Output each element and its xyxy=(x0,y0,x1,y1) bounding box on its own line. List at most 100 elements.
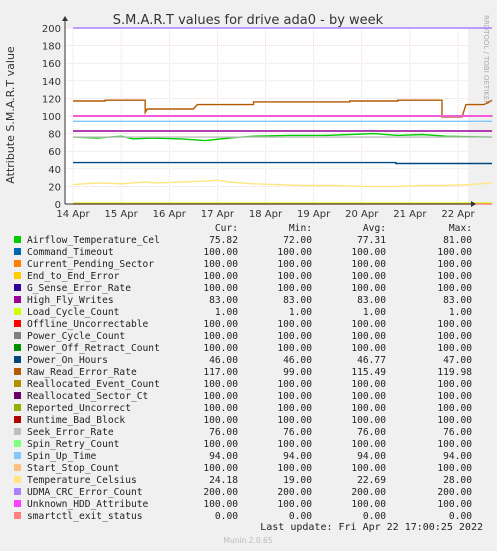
legend-value: 83.00 xyxy=(283,295,312,306)
x-tick-label: 20 Apr xyxy=(345,209,379,220)
legend-value: 115.49 xyxy=(351,367,386,378)
y-tick-label: 200 xyxy=(42,24,61,35)
legend-swatch xyxy=(14,512,21,519)
legend-value: 75.82 xyxy=(209,235,238,246)
legend-value: 100.00 xyxy=(203,247,238,258)
legend-swatch xyxy=(14,296,21,303)
legend-value: 200.00 xyxy=(437,487,472,498)
legend-header: Cur: xyxy=(215,223,238,234)
legend-value: 119.98 xyxy=(437,367,472,378)
legend-value: 19.00 xyxy=(283,475,312,486)
legend-value: 100.00 xyxy=(277,415,312,426)
legend-value: 100.00 xyxy=(437,391,472,402)
legend-header: Min: xyxy=(289,223,312,234)
y-axis-label: Attribute S.M.A.R.T value xyxy=(4,46,17,184)
legend-value: 100.00 xyxy=(351,259,386,270)
legend-name: Reallocated_Sector_Ct xyxy=(27,391,148,402)
y-tick-label: 140 xyxy=(42,77,61,88)
legend-value: 200.00 xyxy=(351,487,386,498)
smart-values-chart: S.M.A.R.T values for drive ada0 - by wee… xyxy=(0,0,497,551)
legend-value: 46.00 xyxy=(283,355,312,366)
legend-value: 47.00 xyxy=(443,355,472,366)
legend-value: 100.00 xyxy=(351,319,386,330)
legend-swatch xyxy=(14,236,21,243)
legend-name: smartctl_exit_status xyxy=(27,511,143,522)
legend-value: 100.00 xyxy=(277,463,312,474)
legend-value: 100.00 xyxy=(351,379,386,390)
legend-value: 100.00 xyxy=(277,319,312,330)
legend-value: 100.00 xyxy=(437,319,472,330)
legend-value: 72.00 xyxy=(283,235,312,246)
legend-value: 100.00 xyxy=(351,247,386,258)
legend-value: 100.00 xyxy=(203,259,238,270)
legend-name: Offline_Uncorrectable xyxy=(27,319,149,330)
legend-value: 94.00 xyxy=(283,451,312,462)
legend-value: 76.00 xyxy=(443,427,472,438)
legend-value: 94.00 xyxy=(443,451,472,462)
legend-swatch xyxy=(14,368,21,375)
legend-value: 0.00 xyxy=(215,511,238,522)
legend-value: 100.00 xyxy=(277,391,312,402)
legend-swatch xyxy=(14,272,21,279)
legend-value: 100.00 xyxy=(203,283,238,294)
legend-value: 100.00 xyxy=(437,259,472,270)
legend-value: 100.00 xyxy=(437,331,472,342)
legend-value: 100.00 xyxy=(437,379,472,390)
legend-value: 99.00 xyxy=(283,367,312,378)
legend-value: 0.00 xyxy=(363,511,386,522)
legend-value: 100.00 xyxy=(437,463,472,474)
x-tick-label: 14 Apr xyxy=(56,209,90,220)
legend-swatch xyxy=(14,428,21,435)
legend-swatch xyxy=(14,404,21,411)
legend-value: 1.00 xyxy=(363,307,386,318)
legend-value: 117.00 xyxy=(203,367,238,378)
chart-title: S.M.A.R.T values for drive ada0 - by wee… xyxy=(113,13,384,28)
legend-value: 100.00 xyxy=(203,271,238,282)
y-tick-label: 160 xyxy=(42,59,61,70)
legend-value: 100.00 xyxy=(351,415,386,426)
legend-name: Start_Stop_Count xyxy=(27,463,119,474)
legend-value: 1.00 xyxy=(449,307,472,318)
x-tick-label: 16 Apr xyxy=(153,209,187,220)
legend-value: 100.00 xyxy=(203,391,238,402)
legend-value: 100.00 xyxy=(277,271,312,282)
legend-value: 100.00 xyxy=(351,271,386,282)
legend-value: 100.00 xyxy=(277,283,312,294)
legend-value: 1.00 xyxy=(289,307,312,318)
last-update-text: Last update: Fri Apr 22 17:00:25 2022 xyxy=(260,522,483,533)
legend-value: 100.00 xyxy=(351,391,386,402)
legend-name: Unknown_HDD_Attribute xyxy=(27,499,149,510)
legend-value: 100.00 xyxy=(351,343,386,354)
legend-name: Airflow_Temperature_Cel xyxy=(27,235,160,246)
y-tick-label: 100 xyxy=(42,112,61,123)
x-tick-label: 22 Apr xyxy=(441,209,475,220)
legend-value: 100.00 xyxy=(277,379,312,390)
legend-swatch xyxy=(14,476,21,483)
legend-value: 1.00 xyxy=(215,307,238,318)
legend-value: 100.00 xyxy=(277,499,312,510)
legend-name: Temperature_Celsius xyxy=(27,475,137,486)
legend-swatch xyxy=(14,488,21,495)
legend-swatch xyxy=(14,344,21,351)
legend-swatch xyxy=(14,464,21,471)
legend-value: 100.00 xyxy=(351,283,386,294)
legend-value: 100.00 xyxy=(351,499,386,510)
legend-name: Current_Pending_Sector xyxy=(27,259,154,270)
legend-value: 100.00 xyxy=(203,439,238,450)
legend-value: 100.00 xyxy=(437,247,472,258)
legend-value: 100.00 xyxy=(351,439,386,450)
legend-value: 100.00 xyxy=(277,259,312,270)
legend-swatch xyxy=(14,392,21,399)
legend-name: Spin_Up_Time xyxy=(27,451,97,462)
legend-swatch xyxy=(14,284,21,291)
legend-value: 83.00 xyxy=(209,295,238,306)
legend-name: Runtime_Bad_Block xyxy=(27,415,125,426)
legend-name: Power_On_Hours xyxy=(27,355,108,366)
legend-swatch xyxy=(14,452,21,459)
legend-value: 100.00 xyxy=(437,343,472,354)
legend-value: 24.18 xyxy=(209,475,238,486)
legend-swatch xyxy=(14,416,21,423)
legend-value: 100.00 xyxy=(351,403,386,414)
legend-header: Max: xyxy=(449,223,472,234)
legend-value: 100.00 xyxy=(351,331,386,342)
